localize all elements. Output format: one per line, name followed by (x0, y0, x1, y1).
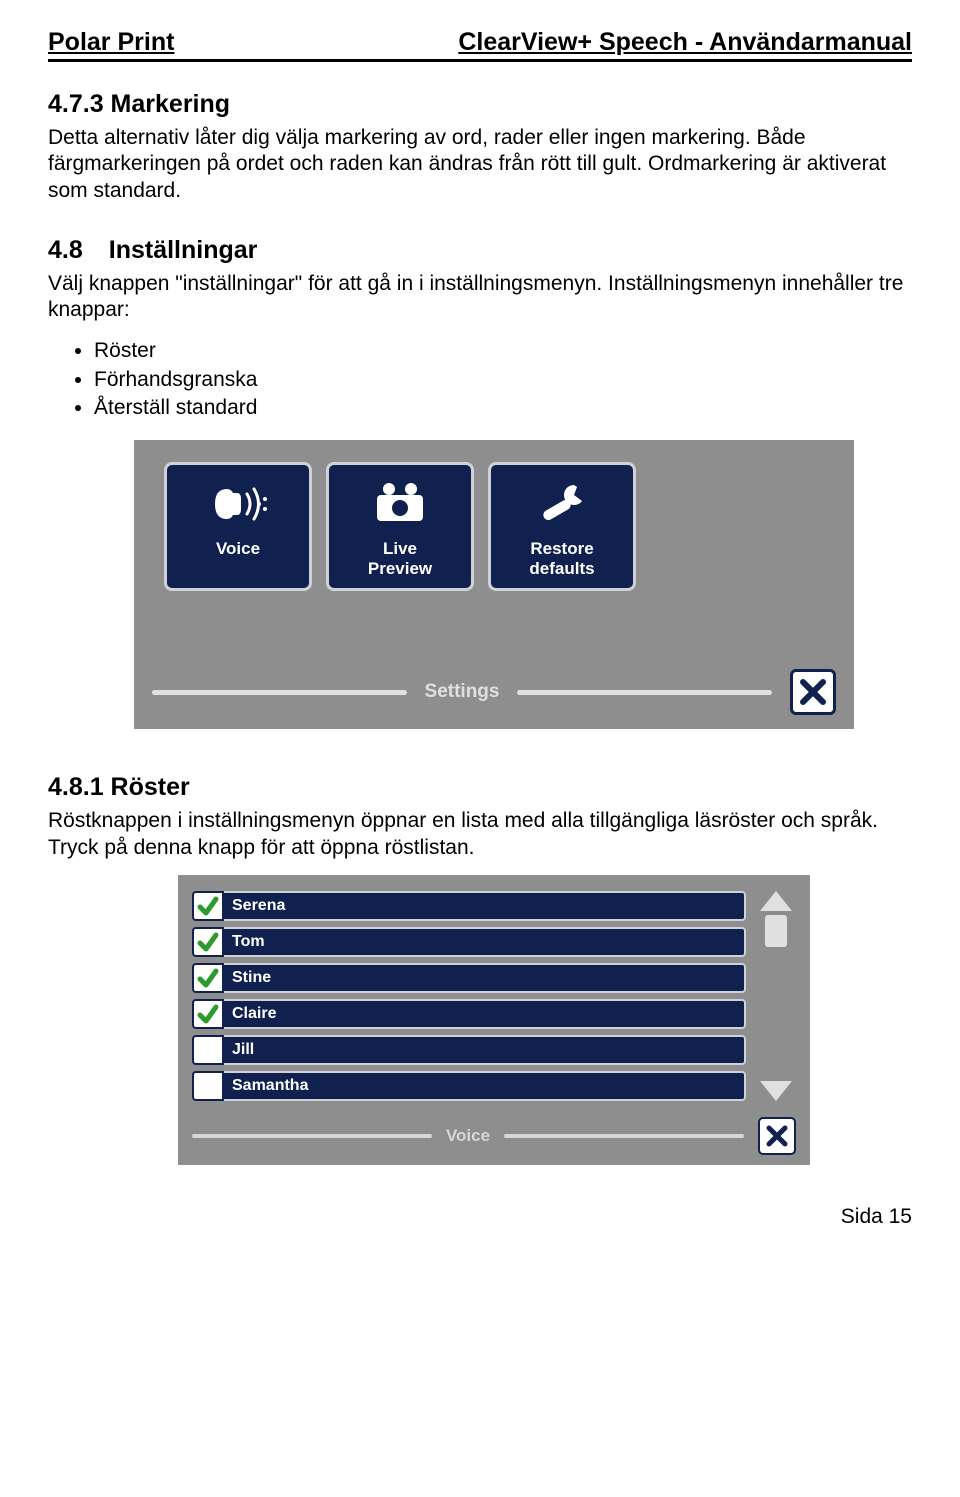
check-icon (197, 895, 219, 917)
voice-name: Stine (224, 963, 746, 993)
voice-name: Jill (224, 1035, 746, 1065)
camera-icon (333, 475, 467, 533)
voice-checkbox[interactable] (192, 1071, 224, 1101)
body-48: Välj knappen "inställningar" för att gå … (48, 271, 912, 324)
page-header: Polar Print ClearView+ Speech - Användar… (48, 28, 912, 62)
divider-line (152, 690, 407, 695)
voice-name: Serena (224, 891, 746, 921)
restore-defaults-button[interactable]: Restore defaults (488, 462, 636, 591)
check-icon (197, 931, 219, 953)
heading-48-title: Inställningar (109, 236, 258, 264)
close-icon (799, 678, 827, 706)
voice-list-screenshot: Serena Tom Stine Claire (178, 875, 810, 1165)
close-button[interactable] (758, 1117, 796, 1155)
scroll-down-icon[interactable] (760, 1081, 792, 1101)
bullet-item: Förhandsgranska (94, 366, 912, 394)
scroll-up-icon[interactable] (760, 891, 792, 911)
voice-icon (171, 475, 305, 533)
voice-checkbox[interactable] (192, 891, 224, 921)
bullet-item: Återställ standard (94, 394, 912, 422)
voice-scrollbar[interactable] (756, 891, 796, 1101)
voice-name: Claire (224, 999, 746, 1029)
voice-row[interactable]: Serena (192, 891, 746, 921)
voice-row[interactable]: Samantha (192, 1071, 746, 1101)
voice-button[interactable]: Voice (164, 462, 312, 591)
heading-481: 4.8.1 Röster (48, 773, 912, 802)
voice-button-label: Voice (171, 539, 305, 559)
live-preview-button-label: Live Preview (333, 539, 467, 578)
heading-48-number: 4.8 (48, 236, 83, 264)
settings-screenshot: Voice Live Preview Restore defaults (134, 440, 854, 729)
voice-checkbox[interactable] (192, 963, 224, 993)
settings-buttons-row: Voice Live Preview Restore defaults (152, 462, 836, 591)
voice-bottom-bar: Voice (192, 1117, 796, 1155)
live-preview-button[interactable]: Live Preview (326, 462, 474, 591)
bullet-item: Röster (94, 337, 912, 365)
check-icon (197, 967, 219, 989)
voice-row[interactable]: Jill (192, 1035, 746, 1065)
check-icon (197, 1003, 219, 1025)
close-button[interactable] (790, 669, 836, 715)
wrench-icon (495, 475, 629, 533)
divider-line (504, 1134, 744, 1138)
body-481: Röstknappen i inställningsmenyn öppnar e… (48, 808, 912, 861)
voice-checkbox[interactable] (192, 927, 224, 957)
settings-caption: Settings (425, 681, 500, 703)
page-number: Sida 15 (48, 1205, 912, 1229)
voice-row[interactable]: Tom (192, 927, 746, 957)
body-473: Detta alternativ låter dig välja markeri… (48, 125, 912, 204)
voice-checkbox[interactable] (192, 1035, 224, 1065)
voice-row[interactable]: Claire (192, 999, 746, 1029)
voice-name: Samantha (224, 1071, 746, 1101)
voice-name: Tom (224, 927, 746, 957)
voice-caption: Voice (446, 1126, 490, 1146)
bullets-48: Röster Förhandsgranska Återställ standar… (94, 337, 912, 422)
scroll-thumb[interactable] (765, 915, 787, 947)
settings-bottom-bar: Settings (152, 669, 836, 715)
close-icon (766, 1125, 788, 1147)
divider-line (192, 1134, 432, 1138)
voice-checkbox[interactable] (192, 999, 224, 1029)
header-left: Polar Print (48, 28, 174, 57)
header-right: ClearView+ Speech - Användarmanual (458, 28, 912, 57)
divider-line (517, 690, 772, 695)
voice-row[interactable]: Stine (192, 963, 746, 993)
voice-list: Serena Tom Stine Claire (192, 891, 746, 1101)
heading-473: 4.7.3 Markering (48, 90, 912, 119)
restore-defaults-button-label: Restore defaults (495, 539, 629, 578)
heading-48: 4.8 Inställningar (48, 236, 912, 265)
